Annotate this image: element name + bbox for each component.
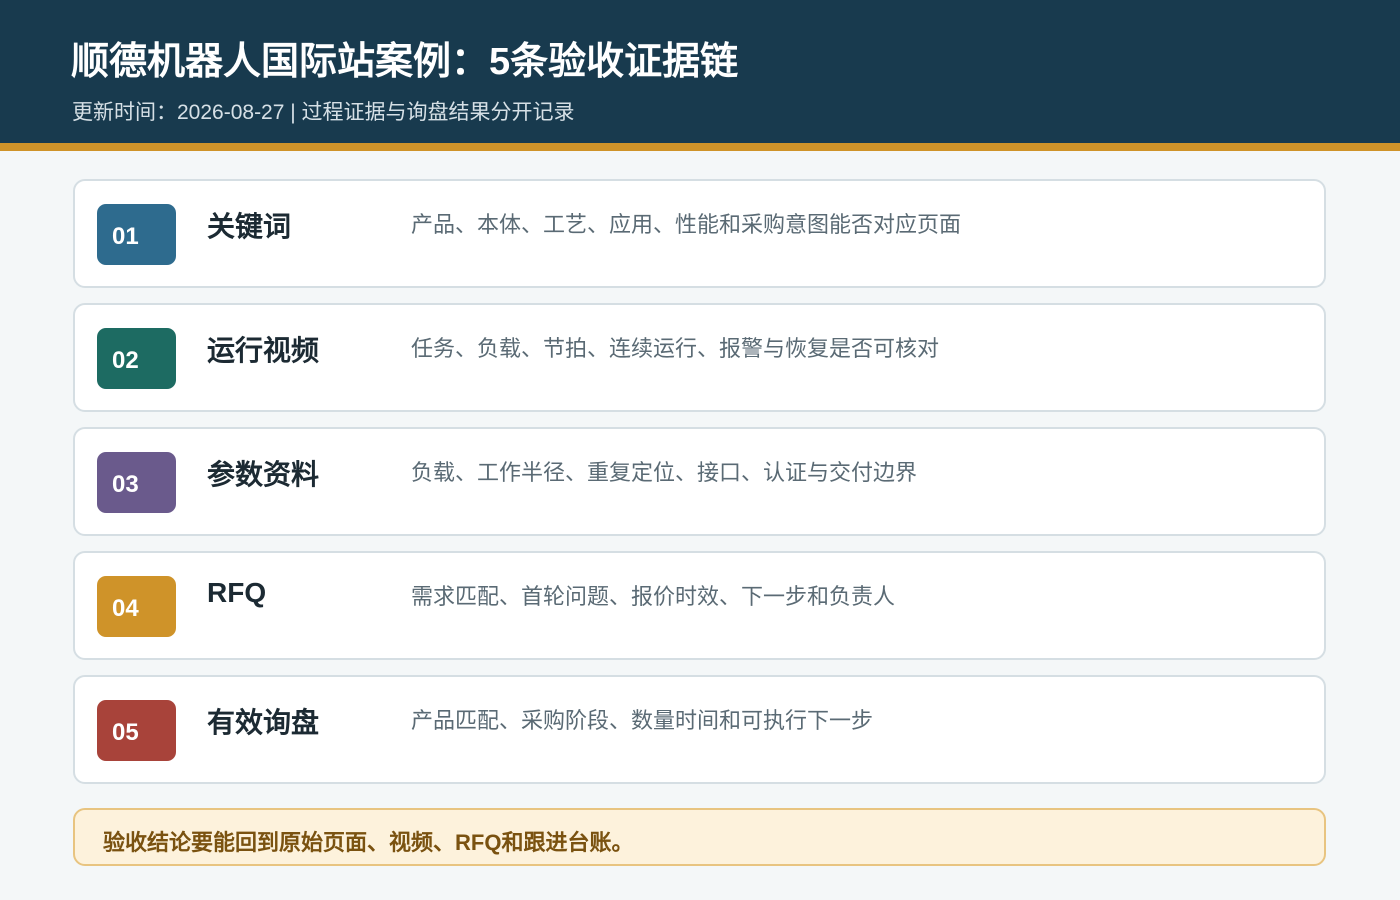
evidence-card-valid-inquiry: 05 有效询盘 产品匹配、采购阶段、数量时间和可执行下一步 <box>73 675 1326 784</box>
card-description: 需求匹配、首轮问题、报价时效、下一步和负责人 <box>411 584 896 609</box>
card-title: RFQ <box>207 577 267 608</box>
card-description: 产品匹配、采购阶段、数量时间和可执行下一步 <box>411 708 874 733</box>
evidence-card-rfq: 04 RFQ 需求匹配、首轮问题、报价时效、下一步和负责人 <box>73 551 1326 660</box>
page-header: 顺德机器人国际站案例：5条验收证据链 更新时间：2026-08-27 | 过程证… <box>0 0 1400 143</box>
page-subtitle: 更新时间：2026-08-27 | 过程证据与询盘结果分开记录 <box>72 101 575 124</box>
page-title: 顺德机器人国际站案例：5条验收证据链 <box>71 41 739 83</box>
card-number-badge: 05 <box>97 700 176 761</box>
card-description: 产品、本体、工艺、应用、性能和采购意图能否对应页面 <box>411 212 962 237</box>
evidence-card-video: 02 运行视频 任务、负载、节拍、连续运行、报警与恢复是否可核对 <box>73 303 1326 412</box>
card-number-badge: 03 <box>97 452 176 513</box>
evidence-card-specs: 03 参数资料 负载、工作半径、重复定位、接口、认证与交付边界 <box>73 427 1326 536</box>
card-title: 有效询盘 <box>207 707 320 738</box>
header-accent-bar <box>0 143 1400 151</box>
conclusion-note-text: 验收结论要能回到原始页面、视频、RFQ和跟进台账。 <box>103 830 634 855</box>
card-number-badge: 04 <box>97 576 176 637</box>
card-number-badge: 02 <box>97 328 176 389</box>
card-description: 负载、工作半径、重复定位、接口、认证与交付边界 <box>411 460 918 485</box>
card-title: 运行视频 <box>207 335 320 366</box>
card-number-badge: 01 <box>97 204 176 265</box>
card-description: 任务、负载、节拍、连续运行、报警与恢复是否可核对 <box>411 336 940 361</box>
card-title: 参数资料 <box>207 459 320 490</box>
conclusion-note: 验收结论要能回到原始页面、视频、RFQ和跟进台账。 <box>73 808 1326 866</box>
evidence-card-keywords: 01 关键词 产品、本体、工艺、应用、性能和采购意图能否对应页面 <box>73 179 1326 288</box>
card-title: 关键词 <box>207 211 292 242</box>
